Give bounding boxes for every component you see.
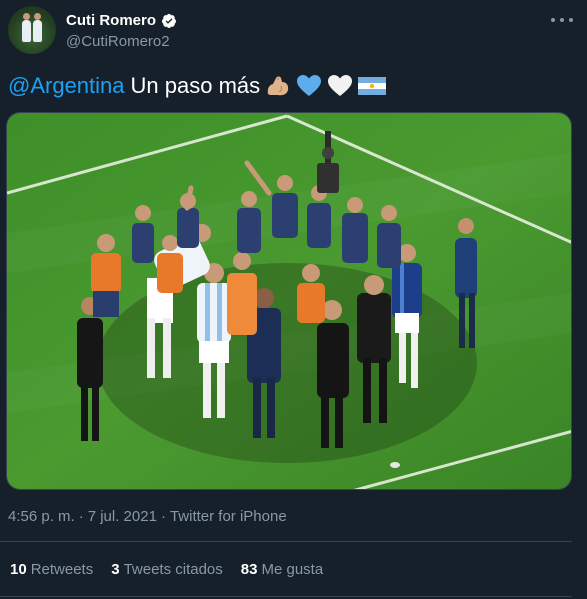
tweet-source[interactable]: Twitter for iPhone	[170, 508, 287, 525]
quote-tweets-stat[interactable]: 3 Tweets citados	[111, 561, 223, 578]
tweet-header: Cuti Romero @CutiRomero2	[8, 6, 579, 56]
likes-stat[interactable]: 83 Me gusta	[241, 561, 323, 578]
tweet-meta: 4:56 p. m. · 7 jul. 2021 · Twitter for i…	[8, 508, 287, 525]
author-name-row[interactable]: Cuti Romero	[66, 12, 177, 29]
quotes-count: 3	[111, 561, 120, 578]
argentina-flag-icon	[358, 77, 387, 95]
divider	[0, 541, 572, 542]
celebration-photo	[7, 113, 571, 489]
tweet-time[interactable]: 4:56 p. m.	[8, 508, 75, 525]
author-handle[interactable]: @CutiRomero2	[66, 33, 170, 50]
blue-heart-icon	[297, 75, 322, 96]
verified-badge-icon	[162, 13, 176, 28]
tweet-stats: 10 Retweets 3 Tweets citados 83 Me gusta	[10, 561, 323, 578]
tweet-text: @Argentina Un paso más	[8, 72, 387, 100]
divider	[0, 596, 572, 597]
meta-separator: ·	[78, 508, 84, 525]
author-display-name[interactable]: Cuti Romero	[66, 12, 156, 29]
retweets-count: 10	[10, 561, 27, 578]
likes-label: Me gusta	[261, 561, 324, 578]
mention-link[interactable]: @Argentina	[8, 72, 125, 100]
more-options-icon[interactable]	[551, 12, 573, 28]
retweets-label: Retweets	[30, 561, 94, 578]
tweet-photo[interactable]	[6, 112, 572, 490]
retweets-stat[interactable]: 10 Retweets	[10, 561, 93, 578]
quotes-label: Tweets citados	[123, 561, 223, 578]
flexed-biceps-icon	[267, 76, 289, 96]
likes-count: 83	[240, 561, 258, 578]
meta-separator: ·	[160, 508, 166, 525]
avatar[interactable]	[8, 6, 56, 54]
white-heart-icon	[328, 75, 353, 96]
tweet-body-text: Un paso más	[130, 73, 261, 98]
tweet-date[interactable]: 7 jul. 2021	[88, 508, 157, 525]
